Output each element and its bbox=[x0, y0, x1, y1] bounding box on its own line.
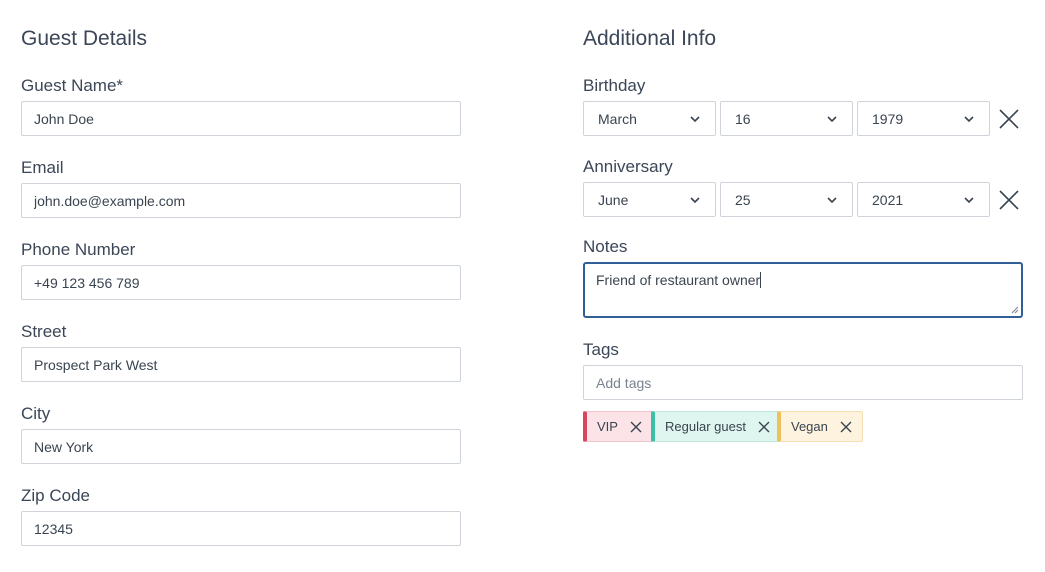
chevron-down-icon bbox=[690, 115, 700, 122]
anniversary-day-value: 25 bbox=[735, 191, 751, 208]
birthday-label: Birthday bbox=[583, 76, 646, 95]
birthday-month-value: March bbox=[598, 110, 637, 127]
chevron-down-icon bbox=[690, 196, 700, 203]
guest-name-input[interactable] bbox=[21, 101, 461, 136]
city-label: City bbox=[21, 404, 51, 423]
anniversary-year-select[interactable]: 2021 bbox=[857, 182, 990, 217]
chevron-down-icon bbox=[964, 196, 974, 203]
guest-name-label: Guest Name* bbox=[21, 76, 124, 95]
remove-tag-icon[interactable] bbox=[630, 421, 642, 433]
tags-label: Tags bbox=[583, 340, 619, 359]
tag-vip: VIP bbox=[583, 411, 653, 442]
email-label: Email bbox=[21, 158, 64, 177]
birthday-day-value: 16 bbox=[735, 110, 751, 127]
text-cursor bbox=[760, 272, 762, 288]
phone-input[interactable] bbox=[21, 265, 461, 300]
chevron-down-icon bbox=[964, 115, 974, 122]
notes-label: Notes bbox=[583, 237, 628, 256]
clear-anniversary-icon[interactable] bbox=[997, 188, 1021, 212]
guest-details-title: Guest Details bbox=[21, 27, 148, 50]
zip-label: Zip Code bbox=[21, 486, 90, 505]
anniversary-month-select[interactable]: June bbox=[583, 182, 716, 217]
notes-textarea[interactable]: Friend of restaurant owner bbox=[583, 262, 1023, 318]
birthday-day-select[interactable]: 16 bbox=[720, 101, 853, 136]
chevron-down-icon bbox=[827, 196, 837, 203]
resize-grip-icon[interactable] bbox=[1011, 306, 1019, 314]
additional-info-title: Additional Info bbox=[583, 27, 717, 50]
tag-label: Regular guest bbox=[665, 419, 746, 434]
anniversary-label: Anniversary bbox=[583, 157, 673, 176]
tag-regular-guest: Regular guest bbox=[651, 411, 781, 442]
tag-vegan: Vegan bbox=[777, 411, 863, 442]
tag-label: VIP bbox=[597, 419, 618, 434]
phone-label: Phone Number bbox=[21, 240, 136, 259]
anniversary-year-value: 2021 bbox=[872, 191, 904, 208]
street-label: Street bbox=[21, 322, 67, 341]
birthday-year-select[interactable]: 1979 bbox=[857, 101, 990, 136]
birthday-month-select[interactable]: March bbox=[583, 101, 716, 136]
remove-tag-icon[interactable] bbox=[758, 421, 770, 433]
email-input[interactable] bbox=[21, 183, 461, 218]
tag-label: Vegan bbox=[791, 419, 828, 434]
anniversary-month-value: June bbox=[598, 191, 629, 208]
zip-input[interactable] bbox=[21, 511, 461, 546]
chevron-down-icon bbox=[827, 115, 837, 122]
remove-tag-icon[interactable] bbox=[840, 421, 852, 433]
street-input[interactable] bbox=[21, 347, 461, 382]
birthday-year-value: 1979 bbox=[872, 110, 904, 127]
clear-birthday-icon[interactable] bbox=[997, 107, 1021, 131]
anniversary-day-select[interactable]: 25 bbox=[720, 182, 853, 217]
notes-text: Friend of restaurant owner bbox=[596, 272, 761, 288]
city-input[interactable] bbox=[21, 429, 461, 464]
tags-input[interactable] bbox=[583, 365, 1023, 400]
